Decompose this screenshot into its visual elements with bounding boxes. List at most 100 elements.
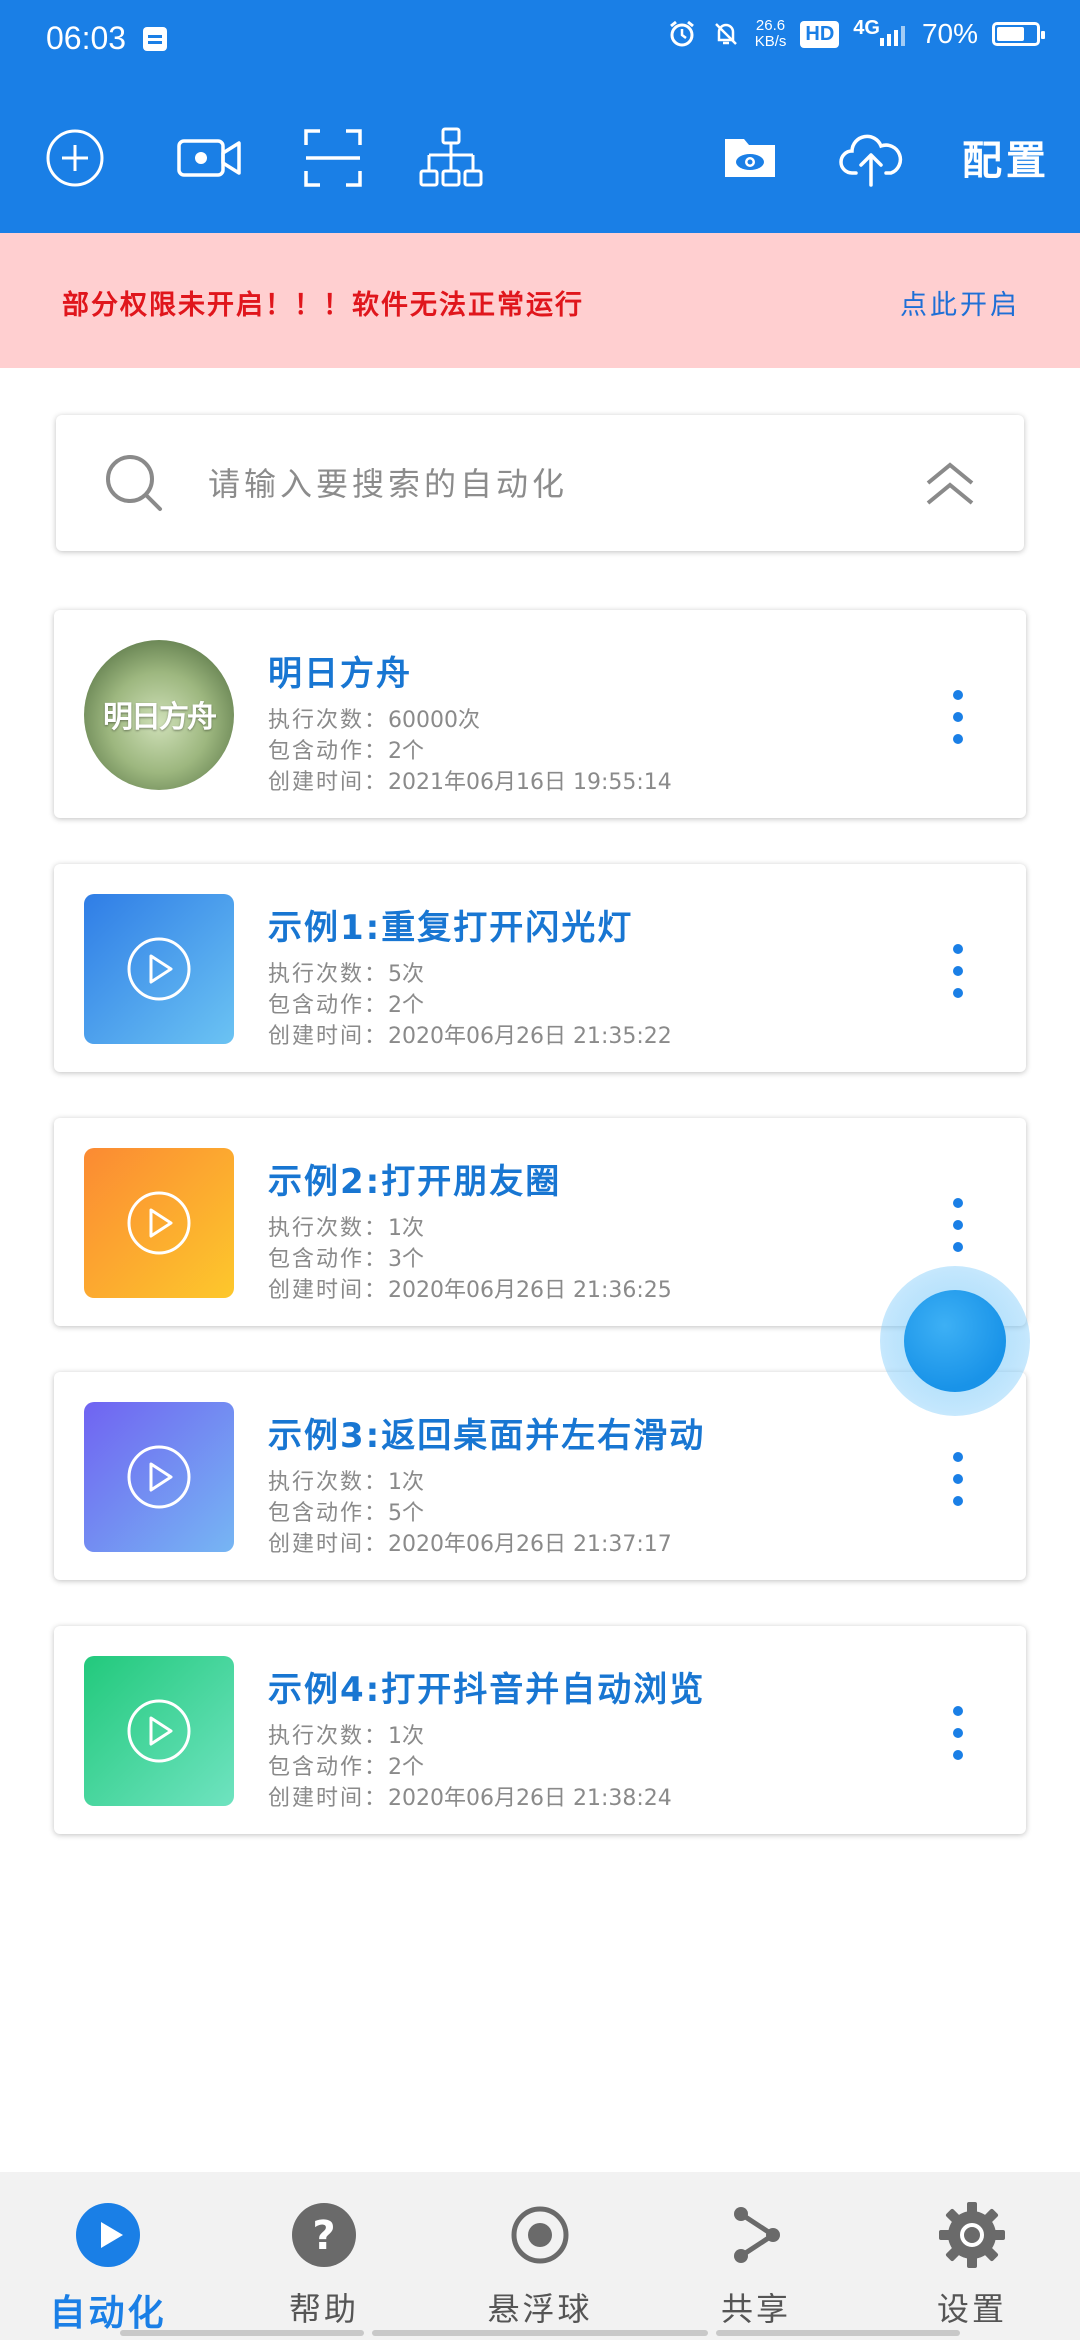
enable-permissions-link[interactable]: 点此开启	[900, 283, 1020, 322]
automation-card[interactable]: 示例1:重复打开闪光灯 执行次数：5次 包含动作：2个 创建时间：2020年06…	[54, 864, 1026, 1072]
exec-count-label: 执行次数：	[268, 962, 389, 987]
card-title: 明日方舟	[268, 654, 412, 694]
nav-label: 共享	[720, 2290, 791, 2328]
action-count-label: 包含动作：	[268, 739, 389, 764]
more-vertical-icon[interactable]	[950, 688, 966, 746]
nav-item-help[interactable]: ? 帮助	[224, 2200, 424, 2330]
nav-item-share[interactable]: 共享	[656, 2200, 856, 2330]
automation-card[interactable]: 示例2:打开朋友圈 执行次数：1次 包含动作：3个 创建时间：2020年06月2…	[54, 1118, 1026, 1326]
action-count-label: 包含动作：	[268, 1501, 389, 1526]
battery-percent: 70%	[921, 18, 978, 49]
created-time-label: 创建时间：	[268, 1786, 389, 1811]
nav-label: 悬浮球	[487, 2290, 593, 2328]
nav-item-settings[interactable]: 设置	[872, 2200, 1072, 2330]
exec-count: 执行次数：1次	[268, 1718, 424, 1750]
share-icon	[734, 2207, 780, 2263]
card-thumbnail	[84, 1402, 234, 1552]
more-vertical-icon[interactable]	[950, 1450, 966, 1508]
created-time-label: 创建时间：	[268, 770, 389, 795]
svg-text:?: ?	[312, 2213, 335, 2259]
network-type: 4G	[853, 16, 880, 39]
created-time-value: 2020年06月26日 21:38:24	[388, 1786, 672, 1811]
floating-ball-icon	[511, 2206, 569, 2264]
created-time: 创建时间：2020年06月26日 21:35:22	[268, 1018, 672, 1050]
nav-divider	[120, 2330, 364, 2336]
created-time-value: 2021年06月16日 19:55:14	[388, 770, 672, 795]
status-time: 06:03	[46, 20, 127, 56]
created-time-label: 创建时间：	[268, 1278, 389, 1303]
card-title: 示例1:重复打开闪光灯	[268, 908, 634, 948]
nav-item-automation[interactable]: 自动化	[8, 2200, 208, 2336]
play-icon	[127, 1699, 191, 1763]
exec-count-value: 1次	[388, 1724, 425, 1749]
top-app-bar: 06:03 26.6 KB/s HD 4G 70% 配置	[0, 0, 1080, 233]
exec-count: 执行次数：1次	[268, 1210, 424, 1242]
nav-label: 帮助	[288, 2290, 359, 2328]
action-count: 包含动作：2个	[268, 1749, 424, 1781]
created-time-label: 创建时间：	[268, 1024, 389, 1049]
hierarchy-icon[interactable]	[418, 125, 484, 191]
created-time-value: 2020年06月26日 21:35:22	[388, 1024, 672, 1049]
action-count-value: 5个	[388, 1501, 425, 1526]
signal-icon	[879, 26, 905, 46]
config-button[interactable]: 配置	[962, 128, 1050, 186]
battery-icon	[992, 22, 1045, 46]
action-count-label: 包含动作：	[268, 1247, 389, 1272]
add-icon[interactable]	[42, 125, 108, 191]
alarm-icon	[669, 20, 694, 47]
more-vertical-icon[interactable]	[950, 1704, 966, 1762]
action-count-label: 包含动作：	[268, 1755, 389, 1780]
help-icon: ?	[292, 2203, 356, 2267]
gear-icon	[939, 2202, 1005, 2268]
nav-label: 自动化	[49, 2293, 167, 2334]
scan-icon[interactable]	[300, 125, 366, 191]
exec-count-label: 执行次数：	[268, 708, 389, 733]
play-circle-icon	[76, 2203, 140, 2267]
action-count-value: 2个	[388, 739, 425, 764]
nav-item-floating-ball[interactable]: 悬浮球	[440, 2200, 640, 2330]
cloud-upload-icon[interactable]	[838, 125, 904, 191]
created-time-label: 创建时间：	[268, 1532, 389, 1557]
exec-count-label: 执行次数：	[268, 1470, 389, 1495]
exec-count-value: 5次	[388, 962, 425, 987]
search-bar	[56, 415, 1024, 551]
exec-count-value: 1次	[388, 1470, 425, 1495]
action-count: 包含动作：5个	[268, 1495, 424, 1527]
more-vertical-icon[interactable]	[950, 1196, 966, 1254]
play-icon	[127, 937, 191, 1001]
search-icon	[106, 455, 162, 511]
automation-card[interactable]: 示例4:打开抖音并自动浏览 执行次数：1次 包含动作：2个 创建时间：2020年…	[54, 1626, 1026, 1834]
network-speed: 26.6 KB/s	[755, 18, 787, 50]
created-time-value: 2020年06月26日 21:37:17	[388, 1532, 672, 1557]
search-input[interactable]	[206, 459, 910, 509]
card-thumbnail: 明日方舟	[84, 640, 234, 790]
created-time: 创建时间：2020年06月26日 21:37:17	[268, 1526, 672, 1558]
action-count: 包含动作：2个	[268, 987, 424, 1019]
action-count: 包含动作：3个	[268, 1241, 424, 1273]
more-vertical-icon[interactable]	[950, 942, 966, 1000]
exec-count-label: 执行次数：	[268, 1724, 389, 1749]
speed-value: 26.6	[755, 17, 786, 34]
permission-warning-banner: 部分权限未开启！！！软件无法正常运行 点此开启	[0, 233, 1080, 368]
mute-icon	[714, 23, 737, 45]
folder-view-icon[interactable]	[722, 125, 778, 191]
play-icon	[127, 1191, 191, 1255]
nav-divider	[372, 2330, 708, 2336]
chevron-up-double-icon[interactable]	[922, 459, 978, 509]
exec-count-value: 60000次	[388, 708, 481, 733]
created-time: 创建时间：2021年06月16日 19:55:14	[268, 764, 672, 796]
created-time-value: 2020年06月26日 21:36:25	[388, 1278, 672, 1303]
warning-text: 部分权限未开启！！！软件无法正常运行	[62, 290, 584, 321]
exec-count: 执行次数：5次	[268, 956, 424, 988]
floating-ball-core	[904, 1290, 1006, 1392]
automation-card[interactable]: 示例3:返回桌面并左右滑动 执行次数：1次 包含动作：5个 创建时间：2020年…	[54, 1372, 1026, 1580]
floating-ball[interactable]	[880, 1266, 1030, 1416]
speed-unit: KB/s	[754, 33, 787, 50]
status-icons: 26.6 KB/s HD 4G 70%	[667, 16, 1045, 50]
record-video-icon[interactable]	[175, 125, 245, 191]
play-icon	[127, 1445, 191, 1509]
action-count-value: 2个	[388, 993, 425, 1018]
card-thumbnail	[84, 1656, 234, 1806]
automation-card[interactable]: 明日方舟 明日方舟 执行次数：60000次 包含动作：2个 创建时间：2021年…	[54, 610, 1026, 818]
card-title: 示例4:打开抖音并自动浏览	[268, 1670, 706, 1710]
